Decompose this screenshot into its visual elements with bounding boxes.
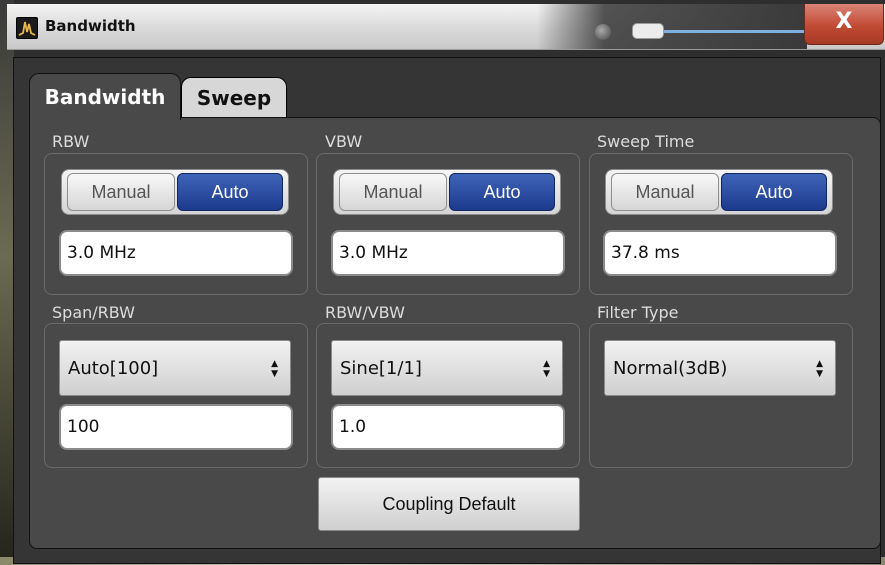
tab-bandwidth-label: Bandwidth	[44, 85, 166, 109]
filter-type-select[interactable]: Normal(3dB) ▲ ▼	[604, 340, 836, 396]
title-bar[interactable]: Bandwidth X	[7, 4, 885, 50]
span-rbw-selected: Auto[100]	[68, 357, 159, 379]
sweep-time-label: Sweep Time	[597, 132, 695, 151]
rbw-vbw-selected: Sine[1/1]	[340, 357, 422, 379]
rbw-manual-button[interactable]: Manual	[67, 173, 175, 211]
close-button[interactable]: X	[804, 4, 884, 45]
rbw-label: RBW	[52, 132, 90, 151]
span-rbw-value-field[interactable]: 100	[59, 404, 293, 450]
rbw-auto-button[interactable]: Auto	[176, 173, 283, 211]
vbw-label: VBW	[325, 132, 363, 151]
tab-sweep-label: Sweep	[196, 86, 272, 110]
span-rbw-label: Span/RBW	[52, 303, 135, 322]
sweep-time-manual-button[interactable]: Manual	[611, 173, 719, 211]
transparency-slider-track[interactable]	[655, 30, 805, 33]
sweep-time-mode-toggle[interactable]: Manual Auto	[605, 169, 833, 215]
spectrum-app-icon	[16, 17, 38, 39]
rbw-vbw-value-field[interactable]: 1.0	[331, 404, 565, 450]
vbw-manual-button[interactable]: Manual	[339, 173, 447, 211]
title-bar-backdrop	[537, 4, 807, 49]
span-rbw-select[interactable]: Auto[100] ▲ ▼	[59, 340, 291, 396]
opacity-indicator-icon	[595, 24, 611, 40]
updown-arrows-icon: ▲ ▼	[271, 359, 278, 379]
transparency-slider-thumb[interactable]	[632, 23, 664, 39]
updown-arrows-icon: ▲ ▼	[816, 359, 823, 379]
tab-sweep[interactable]: Sweep	[181, 77, 287, 118]
vbw-auto-button[interactable]: Auto	[448, 173, 555, 211]
vbw-value-field[interactable]: 3.0 MHz	[331, 230, 565, 276]
updown-arrows-icon: ▲ ▼	[543, 359, 550, 379]
background-edge	[0, 0, 14, 565]
rbw-mode-toggle[interactable]: Manual Auto	[61, 169, 289, 215]
window-title: Bandwidth	[45, 17, 136, 35]
coupling-default-button[interactable]: Coupling Default	[318, 477, 580, 531]
tab-bandwidth[interactable]: Bandwidth	[29, 73, 181, 120]
close-icon: X	[835, 9, 853, 34]
sweep-time-auto-button[interactable]: Auto	[720, 173, 827, 211]
sweep-time-value-field[interactable]: 37.8 ms	[603, 230, 837, 276]
filter-type-label: Filter Type	[597, 303, 679, 322]
rbw-vbw-label: RBW/VBW	[325, 303, 405, 322]
rbw-vbw-select[interactable]: Sine[1/1] ▲ ▼	[331, 340, 563, 396]
vbw-mode-toggle[interactable]: Manual Auto	[333, 169, 561, 215]
rbw-value-field[interactable]: 3.0 MHz	[59, 230, 293, 276]
filter-type-selected: Normal(3dB)	[613, 357, 728, 379]
